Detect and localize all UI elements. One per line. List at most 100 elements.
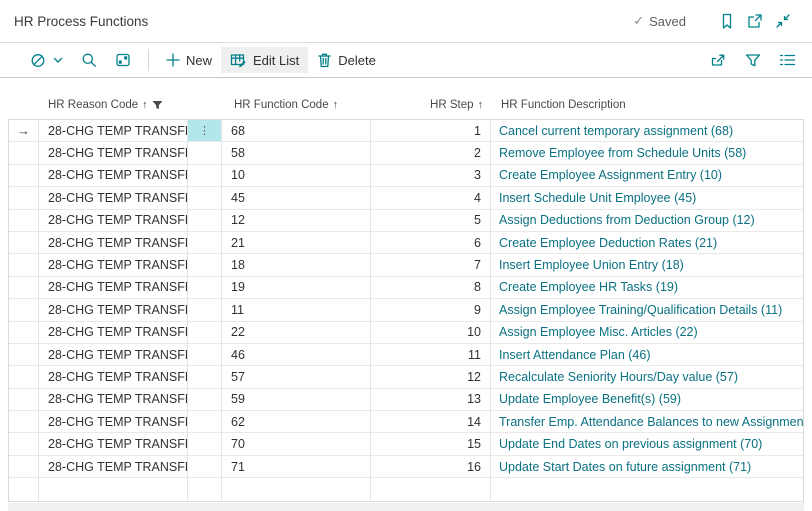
hr-step-cell[interactable]: 4 — [371, 187, 491, 209]
hr-reason-code-cell[interactable]: 28-CHG TEMP TRANSFER — [39, 276, 188, 299]
hr-reason-code-cell[interactable]: 28-CHG TEMP TRANSFER — [39, 321, 188, 343]
hr-reason-code-cell[interactable]: 28-CHG TEMP TRANSFER — [39, 388, 188, 411]
table-row[interactable]: → 28-CHG TEMP TRANSFER ⋮ 19 8 Create Emp… — [9, 276, 803, 300]
new-button[interactable]: New — [157, 48, 221, 73]
hr-function-code-cell[interactable]: 11 — [222, 299, 371, 321]
hr-step-cell[interactable]: 5 — [371, 209, 491, 231]
hr-step-cell[interactable]: 9 — [371, 299, 491, 321]
hr-step-cell[interactable]: 15 — [371, 433, 491, 455]
table-row[interactable]: → 28-CHG TEMP TRANSFER ⋮ 68 1 Cancel cur… — [9, 120, 803, 143]
hr-function-code-cell[interactable]: 62 — [222, 411, 371, 433]
row-menu-icon[interactable]: ⋮ — [199, 125, 210, 136]
table-row[interactable]: → 28-CHG TEMP TRANSFER ⋮ 12 5 Assign Ded… — [9, 209, 803, 232]
table-row[interactable]: → 28-CHG TEMP TRANSFER ⋮ 46 11 Insert At… — [9, 343, 803, 367]
hr-function-description-link[interactable]: Update Employee Benefit(s) (59) — [499, 392, 681, 406]
hr-function-code-cell[interactable]: 46 — [222, 343, 371, 366]
hr-function-description-link[interactable]: Assign Employee Misc. Articles (22) — [499, 325, 698, 339]
hr-reason-code-cell[interactable]: 28-CHG TEMP TRANSFER — [39, 366, 188, 388]
table-row[interactable]: → 28-CHG TEMP TRANSFER ⋮ 21 6 Create Emp… — [9, 231, 803, 255]
hr-step-cell[interactable]: 12 — [371, 366, 491, 388]
hr-function-code-cell[interactable]: 21 — [222, 231, 371, 254]
hr-function-description-link[interactable]: Transfer Emp. Attendance Balances to new… — [499, 415, 803, 429]
hr-function-code-cell[interactable]: 19 — [222, 276, 371, 299]
hr-reason-code-cell[interactable]: 28-CHG TEMP TRANSFER — [39, 455, 188, 478]
bookmark-icon[interactable] — [714, 8, 740, 34]
hr-function-description-link[interactable]: Insert Schedule Unit Employee (45) — [499, 191, 696, 205]
hr-step-cell[interactable]: 2 — [371, 142, 491, 164]
hr-step-cell[interactable]: 1 — [371, 120, 491, 142]
hr-step-cell[interactable]: 8 — [371, 276, 491, 299]
hr-function-code-cell[interactable]: 57 — [222, 366, 371, 388]
hr-reason-code-cell[interactable]: 28-CHG TEMP TRANSFER — [39, 187, 188, 209]
hr-function-description-link[interactable]: Recalculate Seniority Hours/Day value (5… — [499, 370, 738, 384]
hr-reason-code-cell[interactable]: 28-CHG TEMP TRANSFER — [39, 209, 188, 231]
hr-reason-code-cell[interactable]: 28-CHG TEMP TRANSFER — [39, 299, 188, 321]
hr-function-description-link[interactable]: Assign Employee Training/Qualification D… — [499, 303, 782, 317]
share-button[interactable] — [701, 47, 736, 73]
hr-function-description-link[interactable]: Cancel current temporary assignment (68) — [499, 124, 733, 138]
table-row[interactable]: → ⋮ — [9, 478, 803, 501]
delete-button[interactable]: Delete — [308, 47, 385, 73]
hr-step-cell[interactable]: 11 — [371, 343, 491, 366]
hr-function-code-cell[interactable]: 10 — [222, 164, 371, 187]
hr-reason-code-cell[interactable]: 28-CHG TEMP TRANSFER — [39, 343, 188, 366]
hr-step-cell[interactable]: 3 — [371, 164, 491, 187]
hr-reason-code-cell[interactable]: 28-CHG TEMP TRANSFER — [39, 164, 188, 187]
hr-function-description-link[interactable]: Assign Deductions from Deduction Group (… — [499, 213, 755, 227]
hr-step-cell[interactable]: 16 — [371, 455, 491, 478]
hr-reason-code-cell[interactable]: 28-CHG TEMP TRANSFER — [39, 120, 188, 142]
hr-step-cell[interactable]: 13 — [371, 388, 491, 411]
collapse-icon[interactable] — [770, 8, 796, 34]
hr-reason-code-cell[interactable] — [39, 478, 188, 501]
column-header-hr-step[interactable]: HR Step — [372, 99, 492, 111]
open-in-new-window-icon[interactable] — [742, 8, 768, 34]
table-row[interactable]: → 28-CHG TEMP TRANSFER ⋮ 22 10 Assign Em… — [9, 321, 803, 344]
hr-step-cell[interactable]: 7 — [371, 254, 491, 276]
table-row[interactable]: → 28-CHG TEMP TRANSFER ⋮ 62 14 Transfer … — [9, 411, 803, 434]
table-row[interactable]: → 28-CHG TEMP TRANSFER ⋮ 58 2 Remove Emp… — [9, 142, 803, 165]
hr-function-code-cell[interactable] — [222, 478, 371, 501]
table-row[interactable]: → 28-CHG TEMP TRANSFER ⋮ 18 7 Insert Emp… — [9, 254, 803, 277]
table-row[interactable]: → 28-CHG TEMP TRANSFER ⋮ 45 4 Insert Sch… — [9, 187, 803, 210]
hr-function-code-cell[interactable]: 68 — [222, 120, 371, 142]
hr-function-code-cell[interactable]: 58 — [222, 142, 371, 164]
hr-function-code-cell[interactable]: 12 — [222, 209, 371, 231]
hr-step-cell[interactable]: 6 — [371, 231, 491, 254]
edit-list-button[interactable]: Edit List — [221, 47, 309, 73]
hr-function-code-cell[interactable]: 22 — [222, 321, 371, 343]
hr-step-cell[interactable]: 14 — [371, 411, 491, 433]
filter-button[interactable] — [736, 48, 770, 73]
hr-function-description-link[interactable]: Create Employee Deduction Rates (21) — [499, 236, 717, 250]
hr-function-description-link[interactable]: Create Employee HR Tasks (19) — [499, 280, 678, 294]
table-row[interactable]: → 28-CHG TEMP TRANSFER ⋮ 71 16 Update St… — [9, 455, 803, 479]
table-row[interactable]: → 28-CHG TEMP TRANSFER ⋮ 11 9 Assign Emp… — [9, 299, 803, 322]
column-header-hr-reason-code[interactable]: HR Reason Code — [40, 99, 189, 111]
hr-function-code-cell[interactable]: 45 — [222, 187, 371, 209]
hr-reason-code-cell[interactable]: 28-CHG TEMP TRANSFER — [39, 254, 188, 276]
table-row[interactable]: → 28-CHG TEMP TRANSFER ⋮ 59 13 Update Em… — [9, 388, 803, 412]
table-row[interactable]: → 28-CHG TEMP TRANSFER ⋮ 57 12 Recalcula… — [9, 366, 803, 389]
hr-reason-code-cell[interactable]: 28-CHG TEMP TRANSFER — [39, 231, 188, 254]
hr-function-description-link[interactable]: Insert Employee Union Entry (18) — [499, 258, 684, 272]
hr-function-code-cell[interactable]: 70 — [222, 433, 371, 455]
options-list-button[interactable] — [770, 48, 798, 72]
hr-reason-code-cell[interactable]: 28-CHG TEMP TRANSFER — [39, 433, 188, 455]
hr-function-description-link[interactable]: Create Employee Assignment Entry (10) — [499, 168, 722, 182]
table-row[interactable]: → 28-CHG TEMP TRANSFER ⋮ 70 15 Update En… — [9, 433, 803, 456]
table-row[interactable]: → 28-CHG TEMP TRANSFER ⋮ 10 3 Create Emp… — [9, 164, 803, 188]
hr-function-description-link[interactable]: Update Start Dates on future assignment … — [499, 460, 751, 474]
hr-reason-code-cell[interactable]: 28-CHG TEMP TRANSFER — [39, 142, 188, 164]
column-header-hr-function-description[interactable]: HR Function Description — [492, 99, 804, 111]
hr-function-code-cell[interactable]: 18 — [222, 254, 371, 276]
hr-function-description-link[interactable]: Update End Dates on previous assignment … — [499, 437, 762, 451]
hr-step-cell[interactable]: 10 — [371, 321, 491, 343]
hr-function-description-link[interactable]: Remove Employee from Schedule Units (58) — [499, 146, 746, 160]
hr-function-code-cell[interactable]: 59 — [222, 388, 371, 411]
hr-function-description-link[interactable]: Insert Attendance Plan (46) — [499, 348, 650, 362]
analyze-button[interactable] — [106, 47, 140, 73]
hr-step-cell[interactable] — [371, 478, 491, 501]
column-header-hr-function-code[interactable]: HR Function Code — [223, 99, 372, 111]
hr-function-code-cell[interactable]: 71 — [222, 455, 371, 478]
hr-reason-code-cell[interactable]: 28-CHG TEMP TRANSFER — [39, 411, 188, 433]
search-button[interactable] — [72, 47, 106, 73]
